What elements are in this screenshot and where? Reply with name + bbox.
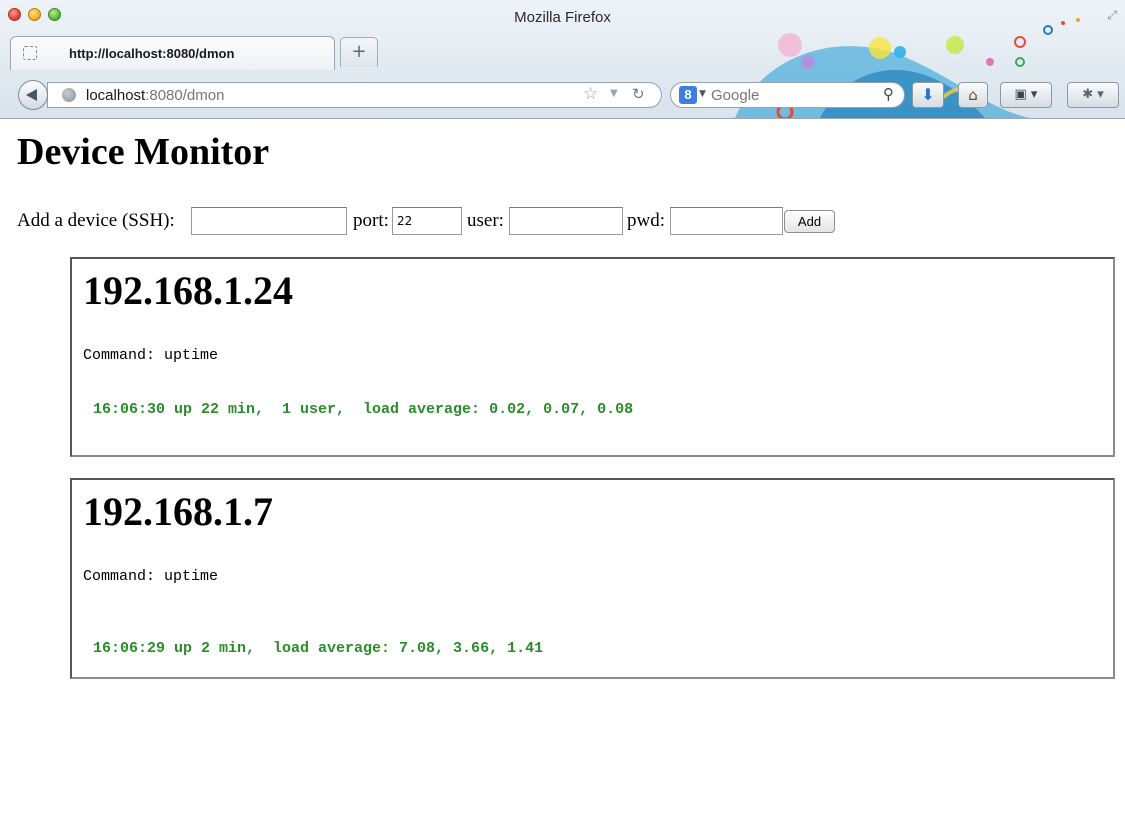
command-value: uptime xyxy=(164,347,219,364)
google-icon[interactable]: 8 xyxy=(679,86,697,104)
command-value: uptime xyxy=(164,568,219,585)
search-placeholder: Google xyxy=(711,87,760,104)
pwd-label: pwd: xyxy=(627,210,665,231)
back-arrow-icon xyxy=(26,89,37,101)
command-label: Command: xyxy=(83,347,156,364)
home-icon: ⌂ xyxy=(968,86,978,104)
bookmarks-menu-icon: ▣ ▾ xyxy=(1014,87,1038,102)
search-bar[interactable]: 8 ▼ Google ⚲ xyxy=(670,82,905,108)
navigation-bar: localhost:8080/dmon ☆ ▼ ↻ 8 ▼ Google ⚲ ⬇… xyxy=(0,70,1125,118)
new-tab-button[interactable]: + xyxy=(340,37,378,67)
device-host-input[interactable] xyxy=(191,207,347,235)
title-bar: Mozilla Firefox ⤢ xyxy=(0,0,1125,34)
page-favicon-icon xyxy=(23,46,37,60)
port-input[interactable] xyxy=(392,207,462,235)
home-button[interactable]: ⌂ xyxy=(958,82,988,108)
bookmarks-menu-button[interactable]: ▣ ▾ xyxy=(1000,82,1052,108)
page-content: Device Monitor Add a device (SSH): port:… xyxy=(0,119,1125,823)
user-label: user: xyxy=(467,210,504,231)
device-command: Command: uptime xyxy=(83,347,218,364)
tools-menu-button[interactable]: ✱ ▾ xyxy=(1067,82,1119,108)
tab-title: http://localhost:8080/dmon xyxy=(69,46,235,61)
browser-chrome: Mozilla Firefox ⤢ http://localhost:8080/… xyxy=(0,0,1125,119)
url-host: localhost xyxy=(86,87,146,104)
device-card: 192.168.1.24 Command: uptime 16:06:30 up… xyxy=(70,257,1115,457)
reload-icon[interactable]: ↻ xyxy=(632,85,645,103)
page-title: Device Monitor xyxy=(17,131,270,173)
back-button[interactable] xyxy=(18,80,48,110)
command-output: 16:06:29 up 2 min, load average: 7.08, 3… xyxy=(93,640,544,657)
url-text[interactable]: localhost:8080/dmon xyxy=(86,87,224,104)
tools-menu-icon: ✱ ▾ xyxy=(1082,87,1104,102)
password-input[interactable] xyxy=(670,207,783,235)
add-button[interactable]: Add xyxy=(784,210,835,233)
user-input[interactable] xyxy=(509,207,623,235)
bookmark-star-icon[interactable]: ☆ xyxy=(583,84,598,104)
fullscreen-icon[interactable]: ⤢ xyxy=(1107,8,1117,23)
device-command: Command: uptime xyxy=(83,568,218,585)
port-label: port: xyxy=(353,210,389,231)
url-path: :8080/dmon xyxy=(145,87,225,104)
address-bar[interactable]: localhost:8080/dmon ☆ ▼ ↻ xyxy=(47,82,662,108)
download-button[interactable]: ⬇ xyxy=(912,82,944,108)
device-ip: 192.168.1.7 xyxy=(83,489,273,534)
chevron-down-icon[interactable]: ▼ xyxy=(699,89,706,99)
device-card: 192.168.1.7 Command: uptime 16:06:29 up … xyxy=(70,478,1115,679)
window-title: Mozilla Firefox xyxy=(514,9,611,26)
download-arrow-icon: ⬇ xyxy=(921,85,935,104)
history-dropdown-icon[interactable]: ▼ xyxy=(610,88,618,99)
command-output: 16:06:30 up 22 min, 1 user, load average… xyxy=(93,401,634,418)
device-label: Add a device (SSH): xyxy=(17,210,175,231)
device-ip: 192.168.1.24 xyxy=(83,268,293,313)
browser-tab[interactable]: http://localhost:8080/dmon xyxy=(10,36,335,70)
command-label: Command: xyxy=(83,568,156,585)
magnifier-icon[interactable]: ⚲ xyxy=(883,85,894,103)
globe-icon[interactable] xyxy=(62,88,76,102)
